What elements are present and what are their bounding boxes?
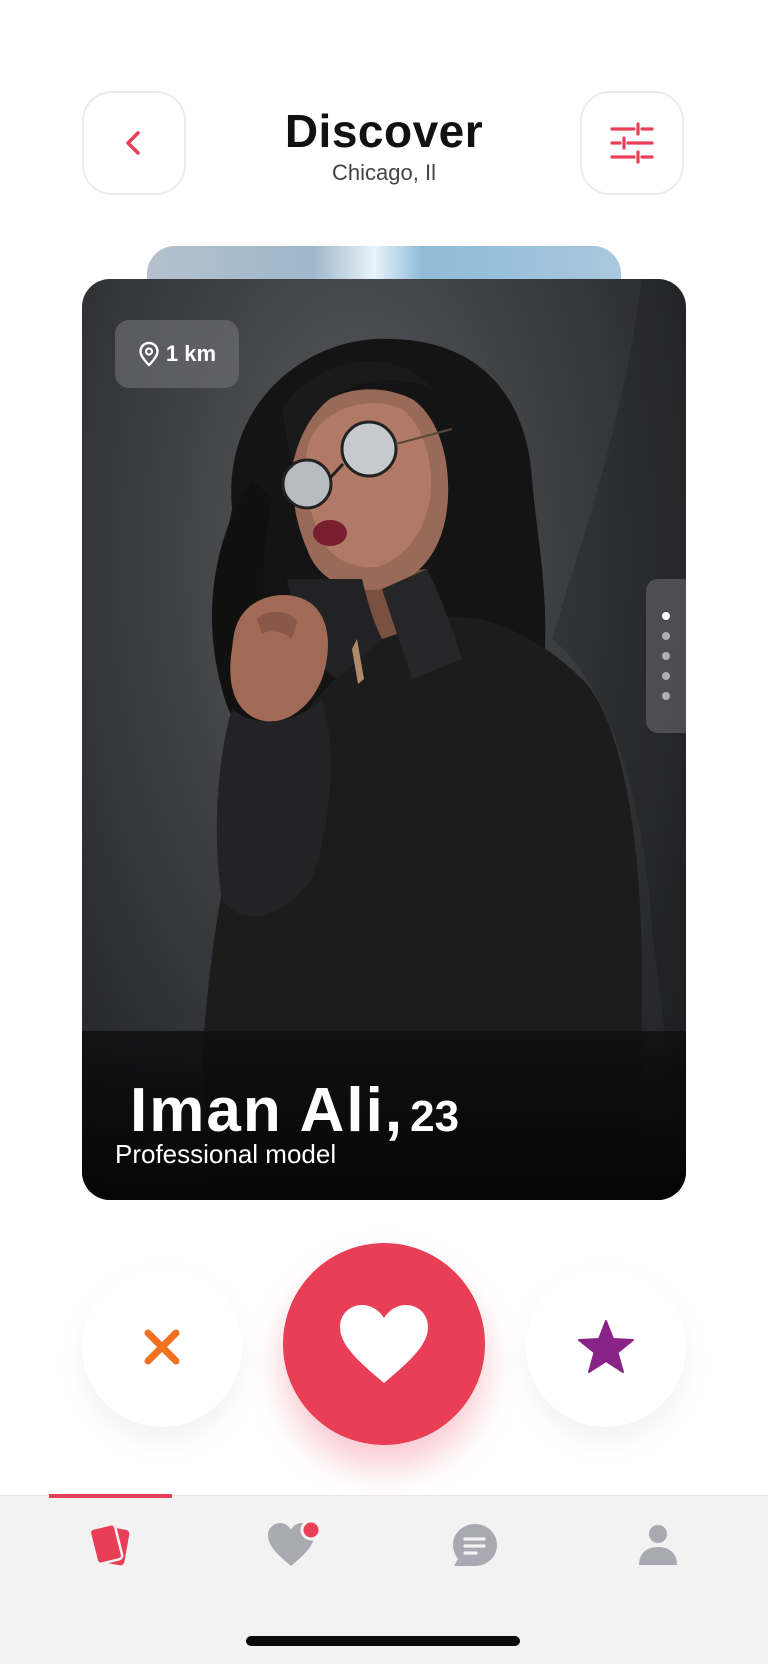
pager-dot[interactable] [662, 652, 670, 660]
like-button[interactable] [283, 1243, 485, 1445]
profile-name-age: Iman Ali, 23 [130, 1075, 459, 1146]
chat-icon [453, 1524, 497, 1566]
tab-cards[interactable] [76, 1515, 146, 1575]
tab-messages[interactable] [440, 1515, 510, 1575]
pager-dot[interactable] [662, 632, 670, 640]
profile-card[interactable]: 1 km Iman Ali, 23 Professional model [82, 279, 686, 1200]
active-tab-indicator [49, 1494, 172, 1498]
cards-icon [88, 1522, 130, 1566]
home-indicator[interactable] [246, 1636, 520, 1646]
profile-name: Iman Ali, [130, 1076, 405, 1145]
distance-badge: 1 km [115, 320, 239, 388]
heart-notification-icon [268, 1520, 322, 1566]
close-icon [144, 1329, 180, 1365]
tab-matches[interactable] [259, 1515, 329, 1575]
pager-dot[interactable] [662, 672, 670, 680]
location-pin-icon [139, 341, 159, 367]
heart-icon [340, 1305, 428, 1383]
profile-occupation: Professional model [115, 1139, 337, 1169]
star-icon [578, 1320, 634, 1373]
distance-text: 1 km [165, 341, 217, 366]
dislike-button[interactable] [82, 1267, 242, 1427]
photo-pager[interactable] [646, 579, 686, 733]
superlike-button[interactable] [526, 1267, 686, 1427]
pager-dot[interactable] [662, 692, 670, 700]
pager-dot[interactable] [662, 612, 670, 620]
profile-age: 23 [410, 1092, 460, 1141]
tab-profile[interactable] [623, 1515, 693, 1575]
filter-button[interactable] [580, 91, 684, 195]
sliders-icon [610, 122, 654, 164]
person-icon [639, 1525, 677, 1565]
